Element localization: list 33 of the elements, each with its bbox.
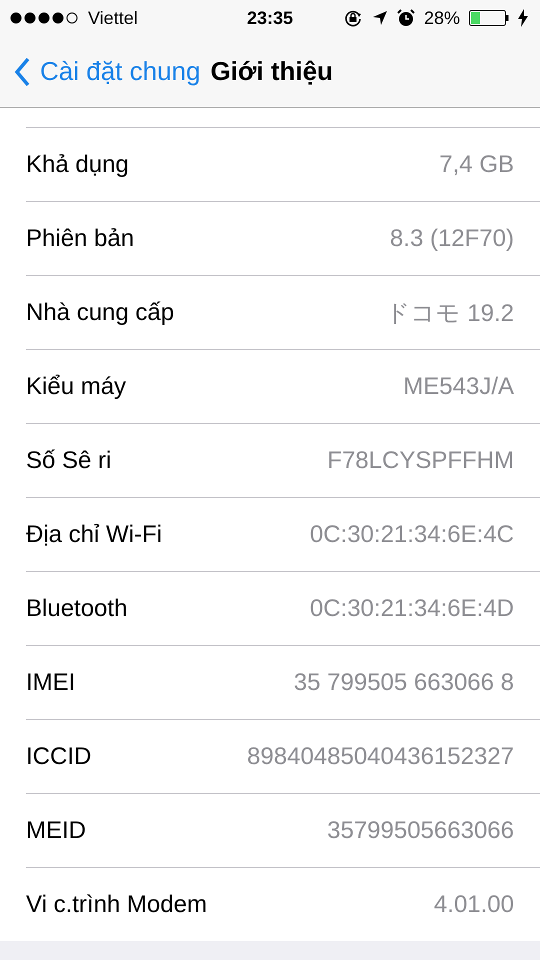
row-label: Số Sê ri bbox=[26, 446, 112, 474]
row-label: Khả dụng bbox=[26, 150, 129, 178]
row-label: ICCID bbox=[26, 742, 92, 770]
row-label: IMEI bbox=[26, 668, 76, 696]
row-value: 89840485040436152327 bbox=[247, 742, 514, 770]
battery-icon bbox=[469, 10, 509, 26]
row-label: MEID bbox=[26, 816, 86, 844]
row-value: 0C:30:21:34:6E:4D bbox=[310, 594, 514, 622]
row-value: 7,4 GB bbox=[439, 150, 514, 178]
charging-bolt-icon bbox=[518, 9, 528, 27]
row-value: 0C:30:21:34:6E:4C bbox=[310, 520, 514, 548]
row-value: 35799505663066 bbox=[327, 816, 514, 844]
row-label: Bluetooth bbox=[26, 594, 128, 622]
row-label: Vi c.trình Modem bbox=[26, 890, 207, 918]
row-label: Kiểu máy bbox=[26, 372, 126, 400]
row-label: Phiên bản bbox=[26, 224, 134, 252]
back-button[interactable]: Cài đặt chung bbox=[14, 56, 200, 87]
alarm-clock-icon bbox=[396, 9, 415, 27]
carrier-name: Viettel bbox=[88, 8, 138, 28]
row-value: 4.01.00 bbox=[434, 890, 514, 918]
row-value: ME543J/A bbox=[403, 372, 514, 400]
battery-percent: 28% bbox=[424, 8, 460, 28]
location-arrow-icon bbox=[372, 10, 388, 26]
chevron-left-icon bbox=[14, 56, 30, 86]
row-label: Địa chỉ Wi-Fi bbox=[26, 520, 162, 548]
row-value: ドコモ 19.2 bbox=[386, 298, 514, 328]
rotation-lock-icon bbox=[342, 8, 363, 28]
status-time: 23:35 bbox=[246, 8, 294, 28]
row-label: Nhà cung cấp bbox=[26, 298, 174, 326]
row-value: F78LCYSPFFHM bbox=[327, 446, 514, 474]
row-value: 35 799505 663066 8 bbox=[294, 668, 514, 696]
row-value: 8.3 (12F70) bbox=[390, 224, 514, 252]
nav-title: Giới thiệu bbox=[210, 56, 333, 87]
